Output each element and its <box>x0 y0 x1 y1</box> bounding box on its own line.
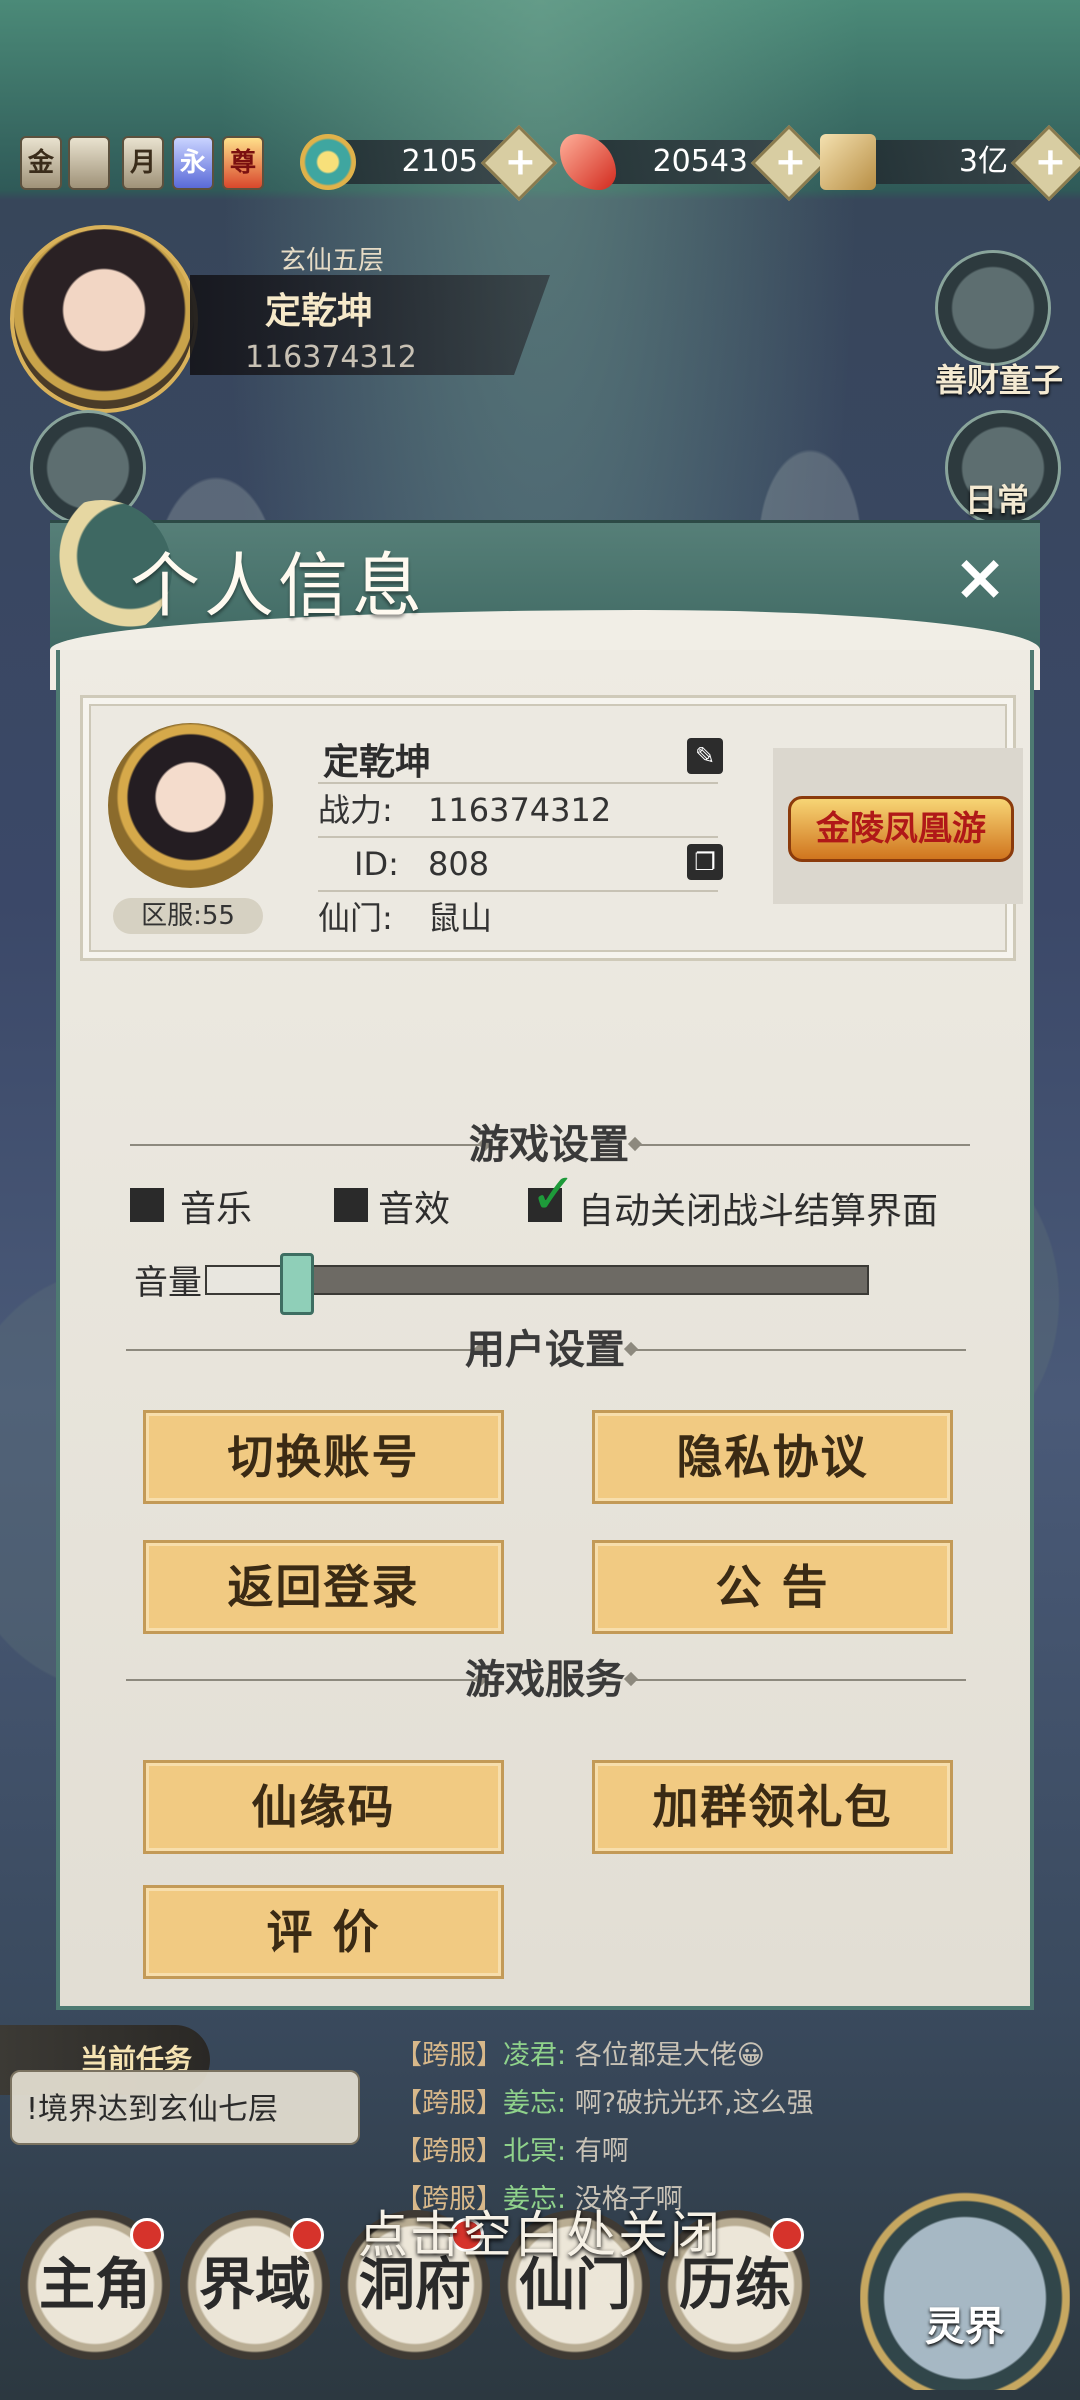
power-value: 116374312 <box>428 791 612 829</box>
resource-spirit-value: 2105 <box>401 144 478 179</box>
fate-code-button[interactable]: 仙缘码 <box>143 1760 504 1854</box>
user-settings-header: 用户设置 <box>56 1325 1034 1375</box>
chat-line: 【跨服】姜忘: 啊?破抗光环,这么强 <box>395 2088 814 2119</box>
switch-account-button[interactable]: 切换账号 <box>143 1410 504 1504</box>
player-avatar[interactable] <box>10 225 198 413</box>
plus-icon: + <box>1034 139 1067 184</box>
music-label: 音乐 <box>180 1189 253 1230</box>
volume-slider[interactable] <box>205 1253 869 1315</box>
id-row: ID: 808 <box>318 836 718 890</box>
volume-slider-fill <box>207 1267 280 1293</box>
game-service-header: 游戏服务 <box>56 1655 1034 1705</box>
add-crystal-button[interactable]: + <box>750 124 828 202</box>
auto-close-label: 自动关闭战斗结算界面 <box>578 1191 939 1232</box>
plus-icon: + <box>504 139 537 184</box>
player-realm: 玄仙五层 <box>280 246 385 276</box>
server-tag: 区服:55 <box>113 898 263 934</box>
copy-icon[interactable]: ❐ <box>687 844 723 880</box>
resource-bar: 金 月 永 尊 2105 + 20543 + 3亿 + <box>0 124 1080 202</box>
badge-gold[interactable]: 金 <box>20 136 62 190</box>
profile-avatar[interactable] <box>108 723 273 888</box>
privacy-policy-button[interactable]: 隐私协议 <box>592 1410 953 1504</box>
back-to-login-button[interactable]: 返回登录 <box>143 1540 504 1634</box>
profile-card: 区服:55 定乾坤 ✎ 战力: 116374312 ID: 808 ❐ 仙门: 鼠山 … <box>80 695 1023 961</box>
plus-icon: + <box>774 139 807 184</box>
title-box[interactable]: 金陵凤凰游 <box>773 748 1023 904</box>
title-badge: 金陵凤凰游 <box>788 796 1014 862</box>
spirit-orb-icon <box>300 134 356 190</box>
badge-eternal[interactable]: 永 <box>172 136 214 190</box>
badge-emblem[interactable] <box>68 136 110 190</box>
add-spirit-button[interactable]: + <box>480 124 558 202</box>
close-icon[interactable]: × <box>950 546 1010 610</box>
fortune-boy-label: 善财童子 <box>935 361 1064 399</box>
player-power: 116374312 <box>245 340 417 375</box>
current-task-text[interactable]: !境界达到玄仙七层 <box>10 2070 360 2145</box>
player-name: 定乾坤 <box>265 291 374 332</box>
id-label: ID: <box>354 845 399 883</box>
daily-label: 日常 <box>965 481 1030 519</box>
fortune-boy-button[interactable] <box>935 250 1051 366</box>
volume-slider-handle[interactable] <box>280 1253 314 1315</box>
resource-coin-value: 3亿 <box>958 144 1008 179</box>
add-coin-button[interactable]: + <box>1010 124 1080 202</box>
auto-close-checkbox[interactable] <box>528 1162 577 1227</box>
edit-name-icon[interactable]: ✎ <box>687 738 723 774</box>
close-hint[interactable]: 点击空白处关闭 <box>0 2195 1080 2267</box>
sfx-label: 音效 <box>378 1189 451 1230</box>
profile-name: 定乾坤 <box>323 742 432 783</box>
volume-label: 音量 <box>134 1263 202 1303</box>
rate-button[interactable]: 评 价 <box>143 1885 504 1979</box>
power-label: 战力: <box>318 791 393 829</box>
sfx-checkbox[interactable] <box>334 1188 368 1222</box>
sect-row: 仙门: 鼠山 <box>318 890 718 944</box>
sect-value: 鼠山 <box>428 899 493 937</box>
id-value: 808 <box>428 845 490 883</box>
resource-spirit: 2105 + <box>300 124 558 202</box>
resource-coin: 3亿 + <box>820 124 1080 202</box>
join-group-gift-button[interactable]: 加群领礼包 <box>592 1760 953 1854</box>
badge-moon[interactable]: 月 <box>122 136 164 190</box>
resource-crystal-value: 20543 <box>652 144 748 179</box>
red-crystal-icon <box>560 134 616 190</box>
music-checkbox[interactable] <box>130 1188 164 1222</box>
power-row: 战力: 116374312 <box>318 782 718 836</box>
scroll-coin-icon <box>820 134 876 190</box>
dialog-title: 个人信息 <box>130 545 426 627</box>
badge-supreme[interactable]: 尊 <box>222 136 264 190</box>
resource-crystal: 20543 + <box>560 124 828 202</box>
sect-label: 仙门: <box>318 899 393 937</box>
notice-button[interactable]: 公 告 <box>592 1540 953 1634</box>
chat-line: 【跨服】凌君: 各位都是大佬😀 <box>395 2040 765 2071</box>
